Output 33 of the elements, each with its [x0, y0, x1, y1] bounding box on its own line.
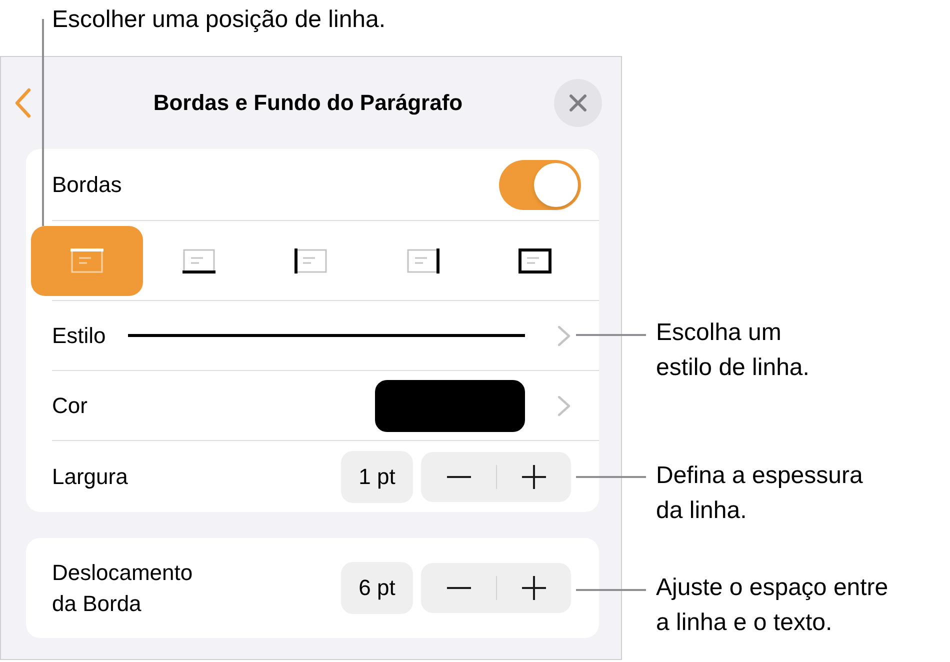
- chevron-icon[interactable]: [557, 394, 571, 416]
- plus-icon: [522, 576, 546, 600]
- callout-text: Escolher uma posição de linha.: [52, 5, 386, 35]
- close-icon: [569, 94, 587, 112]
- panel-title: Bordas e Fundo do Parágrafo: [152, 90, 464, 116]
- top-border-icon: [70, 248, 104, 274]
- swatch-icon[interactable]: [375, 380, 525, 432]
- left-border-icon: [294, 248, 328, 274]
- offset-label: Deslocamento da Borda: [52, 559, 193, 618]
- increase-button[interactable]: [496, 452, 571, 502]
- style-label: Estilo: [52, 322, 106, 348]
- width-field[interactable]: 1 pt: [341, 450, 413, 502]
- close-button[interactable]: [554, 79, 602, 127]
- chevron-icon[interactable]: [557, 324, 571, 346]
- callout-text: Escolha um estilo de linha.: [656, 318, 810, 383]
- color-label: Cor: [52, 392, 88, 418]
- minus-icon: [446, 476, 470, 478]
- minus-icon: [446, 587, 470, 589]
- leader-line: [576, 589, 646, 591]
- leader-line: [576, 334, 646, 336]
- leader-line: [576, 476, 646, 478]
- callout-text: Defina a espessura da linha.: [656, 461, 863, 526]
- borders-label: Bordas: [52, 172, 122, 198]
- bottom-border-icon: [182, 248, 216, 274]
- width-label: Largura: [52, 464, 128, 490]
- back-button[interactable]: [14, 88, 32, 118]
- offset-field[interactable]: 6 pt: [341, 562, 413, 614]
- borders-toggle[interactable]: [499, 160, 581, 210]
- plus-icon: [522, 464, 546, 488]
- increase-button[interactable]: [496, 563, 571, 613]
- callout-text: Ajuste o espaço entre a linha e o texto.: [656, 573, 888, 638]
- right-border-icon: [406, 248, 440, 274]
- all-borders-icon: [518, 248, 552, 274]
